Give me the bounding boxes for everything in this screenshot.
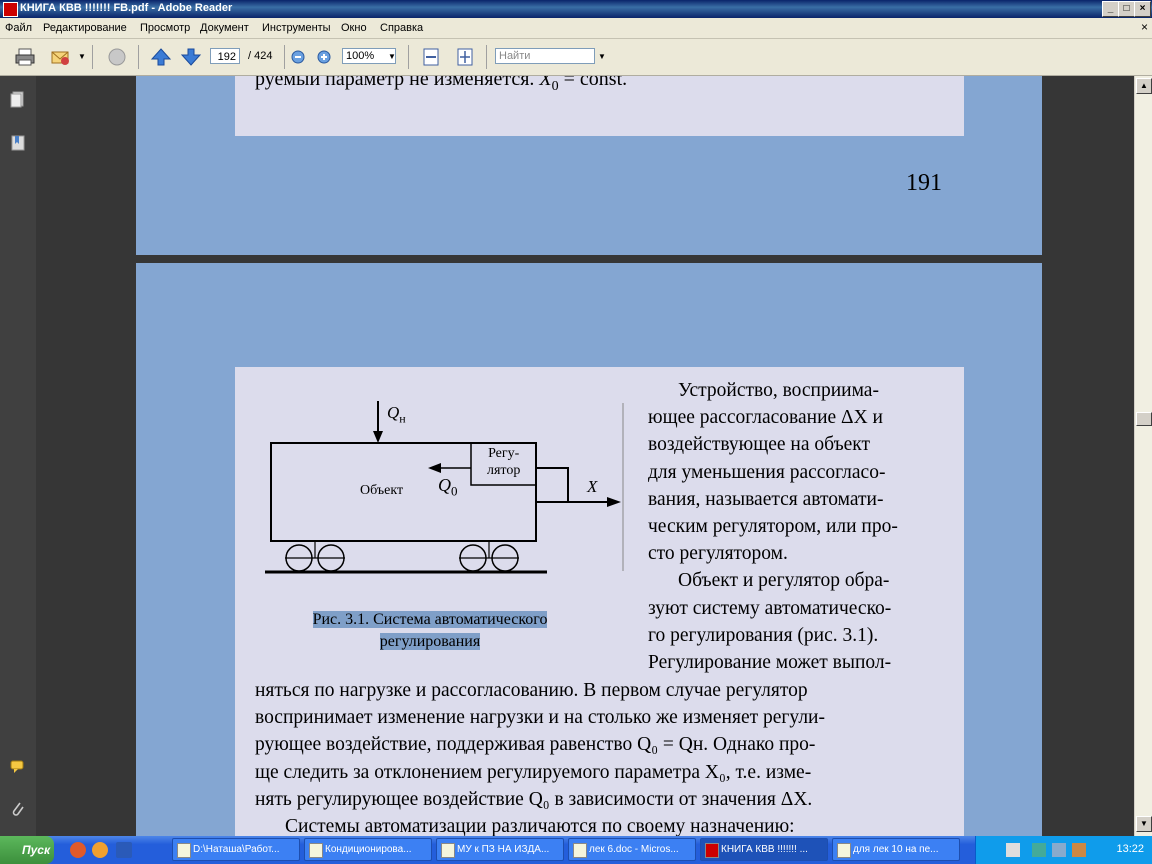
word-doc-icon <box>573 843 587 858</box>
object-label: Объект <box>360 483 404 498</box>
menu-view[interactable]: Просмотр <box>140 22 190 34</box>
comments-icon[interactable] <box>10 758 26 776</box>
figure-caption: Рис. 3.1. Система автоматического регули… <box>312 611 548 650</box>
toolbar-separator <box>92 45 93 69</box>
task-folder[interactable]: D:\Наташа\Работ... <box>172 838 300 861</box>
page-number-input[interactable]: 192 <box>210 48 240 64</box>
toolbar-separator <box>486 45 487 69</box>
ie-icon <box>309 843 323 858</box>
email-icon[interactable] <box>50 47 72 67</box>
attachments-icon[interactable] <box>10 800 26 818</box>
body-text: няться по нагрузке и рассогласованию. В … <box>255 680 825 836</box>
mail-icon[interactable] <box>92 842 108 858</box>
vertical-scrollbar[interactable]: ▲ ▼ <box>1134 76 1152 836</box>
toolbar: ▼ 192 / 424 100% ▼ Найти ▼ <box>0 39 1152 76</box>
search-input[interactable]: Найти <box>495 48 595 64</box>
system-tray: 13:22 <box>975 836 1152 864</box>
fit-page-icon[interactable] <box>454 47 476 67</box>
task-word-1[interactable]: МУ к ПЗ НА ИЗДА... <box>436 838 564 861</box>
next-page-icon[interactable] <box>180 47 202 67</box>
maximize-button[interactable]: □ <box>1118 1 1135 17</box>
page-total: / 424 <box>248 50 273 62</box>
print-icon[interactable] <box>14 47 36 67</box>
word-doc-icon <box>837 843 851 858</box>
pdf-page-192: Qн Объект Регу-лятор Q0 X Рис. 3.1. Сист… <box>136 263 1042 836</box>
control-arrow-head <box>428 463 441 473</box>
pages-icon[interactable] <box>10 90 26 108</box>
navigation-pane <box>0 76 36 836</box>
scroll-thumb[interactable] <box>1136 412 1152 426</box>
load-label: Qн <box>387 403 406 426</box>
zoom-dropdown-icon[interactable]: ▼ <box>388 52 396 61</box>
bookmarks-icon[interactable] <box>10 134 26 152</box>
prev-page-line: руемый параметр не изменяется. X0 = cons… <box>255 76 628 94</box>
zoom-out-icon[interactable] <box>290 47 306 67</box>
task-word-3[interactable]: для лек 10 на пе... <box>832 838 960 861</box>
load-arrow-head <box>373 431 383 443</box>
document-close-icon[interactable]: × <box>1141 20 1148 34</box>
control-label: Q0 <box>438 475 458 499</box>
menu-window[interactable]: Окно <box>341 22 367 34</box>
text-block: руемый параметр не изменяется. X0 = cons… <box>235 76 964 136</box>
document-view[interactable]: руемый параметр не изменяется. X0 = cons… <box>36 76 1134 836</box>
fit-width-icon[interactable] <box>420 47 442 67</box>
search-dropdown-icon[interactable]: ▼ <box>598 52 606 61</box>
menu-tools[interactable]: Инструменты <box>262 22 331 34</box>
toolbar-separator <box>138 45 139 69</box>
task-ie[interactable]: Кондиционирова... <box>304 838 432 861</box>
task-adobe-reader[interactable]: КНИГА КВВ !!!!!!! ... <box>700 838 828 861</box>
clock: 13:22 <box>1116 843 1144 855</box>
output-arrow-head <box>607 497 621 507</box>
folder-icon <box>177 843 191 858</box>
close-button[interactable]: × <box>1134 1 1151 17</box>
start-button[interactable]: Пуск <box>0 836 54 864</box>
regulator-label: Регу-лятор <box>487 446 521 478</box>
menu-file[interactable]: Файл <box>5 22 32 34</box>
word-icon[interactable] <box>116 842 132 858</box>
zoom-in-icon[interactable] <box>316 47 332 67</box>
toolbar-separator <box>408 45 409 69</box>
menu-help[interactable]: Справка <box>380 22 423 34</box>
pdf-page-191: руемый параметр не изменяется. X0 = cons… <box>136 76 1042 255</box>
scroll-up-button[interactable]: ▲ <box>1136 78 1152 94</box>
opera-icon[interactable] <box>70 842 86 858</box>
taskbar: Пуск D:\Наташа\Работ... Кондиционирова..… <box>0 836 1152 864</box>
word-doc-icon <box>441 843 455 858</box>
task-word-2[interactable]: лек 6.doc - Micros... <box>568 838 696 861</box>
right-column-text: Устройство, восприима- ющее рассогласова… <box>648 380 898 674</box>
scroll-down-button[interactable]: ▼ <box>1136 816 1152 832</box>
minimize-button[interactable]: _ <box>1102 1 1119 17</box>
pdf-icon <box>705 843 719 858</box>
volume-icon[interactable] <box>1052 843 1066 857</box>
title-bar: КНИГА КВВ !!!!!!! FB.pdf - Adobe Reader … <box>0 0 1152 18</box>
menu-document[interactable]: Документ <box>200 22 249 34</box>
window-title: КНИГА КВВ !!!!!!! FB.pdf - Adobe Reader <box>20 2 233 14</box>
email-dropdown-icon[interactable]: ▼ <box>78 52 86 61</box>
prev-page-icon[interactable] <box>150 47 172 67</box>
menu-edit[interactable]: Редактирование <box>43 22 127 34</box>
collaborate-icon[interactable] <box>106 47 128 67</box>
feedback-line <box>536 467 569 502</box>
adobe-reader-icon <box>3 2 18 17</box>
output-label: X <box>587 477 598 496</box>
antivirus-icon[interactable] <box>1072 843 1086 857</box>
text-block: Qн Объект Регу-лятор Q0 X Рис. 3.1. Сист… <box>235 367 964 836</box>
page-number: 191 <box>906 170 942 196</box>
menu-bar: Файл Редактирование Просмотр Документ Ин… <box>0 18 1152 39</box>
network-icon[interactable] <box>1032 843 1046 857</box>
toolbar-separator <box>284 45 285 69</box>
help-icon[interactable] <box>1006 843 1020 857</box>
